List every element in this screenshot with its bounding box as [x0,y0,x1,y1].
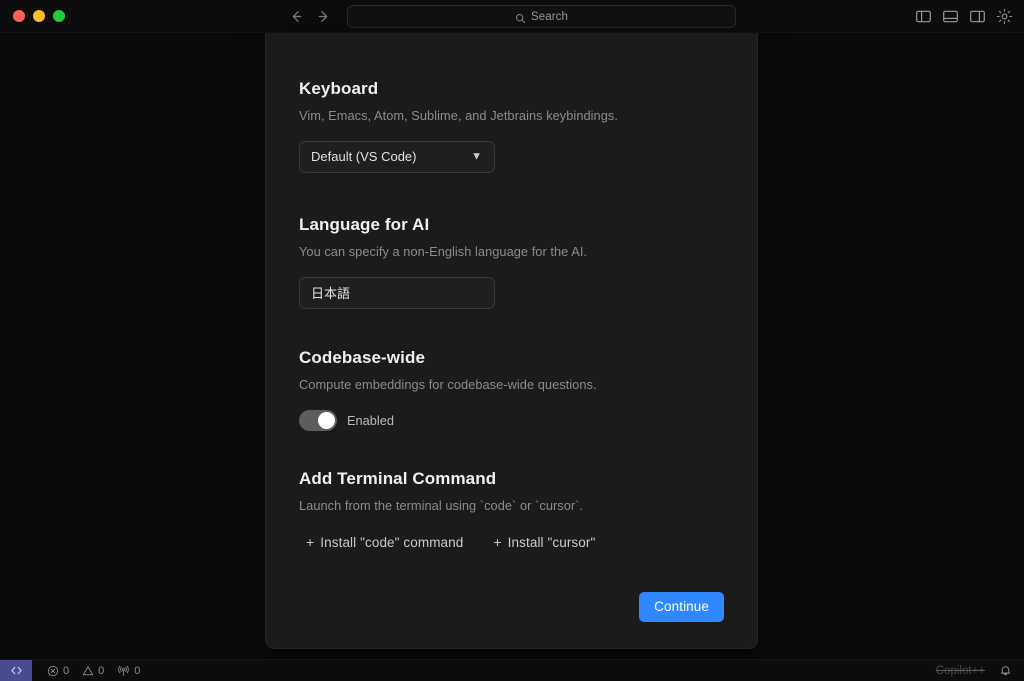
toggle-knob [318,411,335,429]
radio-tower-item[interactable]: 0 [117,665,140,677]
window-traffic-lights [0,10,65,22]
error-count: 0 [63,664,70,677]
search-input[interactable]: Search [347,5,736,28]
install-command-links: + Install "code" command + Install "curs… [299,535,724,550]
editor-area: Keyboard Vim, Emacs, Atom, Sublime, and … [0,33,1024,659]
maximize-window-button[interactable] [53,10,65,22]
install-cursor-command-link[interactable]: + Install "cursor" [493,535,595,550]
title-bar: Search [0,0,1024,33]
toggle-panel-icon[interactable] [942,8,959,25]
codebase-toggle-row: Enabled [299,409,724,431]
section-title: Keyboard [299,79,379,98]
toggle-secondary-sidebar-icon[interactable] [969,8,986,25]
onboarding-settings-modal: Keyboard Vim, Emacs, Atom, Sublime, and … [265,33,758,649]
codebase-embeddings-toggle[interactable] [299,409,337,431]
warning-count: 0 [98,664,105,677]
copilot-status-label[interactable]: Copilot++ [936,665,985,677]
section-title: Language for AI [299,214,430,234]
bell-dot-icon[interactable] [999,664,1012,677]
cursor-app-window: Search Keyboard Vim, Emacs, Atom, Sublim… [0,0,1024,681]
install-code-command-label: Install "code" command [320,534,464,550]
section-language-for-ai: Language for AI You can specify a non-En… [299,214,724,309]
keybindings-select[interactable]: Default (VS Code) ▼ [299,140,495,173]
close-window-button[interactable] [13,10,25,22]
section-subtitle: Launch from the terminal using `code` or… [299,497,584,513]
ai-language-input[interactable] [299,276,495,309]
toggle-state-label: Enabled [347,412,394,428]
section-add-terminal-command: Add Terminal Command Launch from the ter… [299,468,724,550]
status-bar-right-items: Copilot++ [936,664,1012,677]
chevron-down-icon: ▼ [471,150,482,163]
status-bar-left-items: 0 0 0 [32,665,140,677]
modal-footer: Continue [299,592,724,648]
problems-warnings-item[interactable]: 0 [82,665,104,677]
radio-tower-count: 0 [134,664,141,677]
search-icon [515,11,526,24]
install-cursor-command-label: Install "cursor" [507,534,596,550]
search-placeholder-label: Search [530,10,569,23]
section-subtitle: You can specify a non-English language f… [299,244,588,260]
section-codebase-wide: Codebase-wide Compute embeddings for cod… [299,347,724,431]
remote-window-icon[interactable] [0,659,32,681]
toggle-primary-sidebar-icon[interactable] [915,8,932,25]
navigation-arrows [288,0,332,33]
keybindings-select-value: Default (VS Code) [311,149,417,165]
section-title: Codebase-wide [299,347,425,367]
titlebar-layout-controls [915,0,1013,33]
section-subtitle: Compute embeddings for codebase-wide que… [299,377,597,392]
continue-button[interactable]: Continue [639,592,724,622]
section-title: Add Terminal Command [299,468,497,488]
problems-errors-item[interactable]: 0 [47,665,69,677]
plus-icon: + [306,534,315,550]
section-subtitle: Vim, Emacs, Atom, Sublime, and Jetbrains… [299,108,618,124]
plus-icon: + [493,534,502,550]
arrow-right-icon[interactable] [315,8,332,25]
minimize-window-button[interactable] [33,10,45,22]
status-bar: 0 0 0 Copilot++ [0,659,1024,681]
section-keyboard: Keyboard Vim, Emacs, Atom, Sublime, and … [299,78,724,173]
arrow-left-icon[interactable] [288,8,305,25]
settings-gear-icon[interactable] [996,8,1013,25]
install-code-command-link[interactable]: + Install "code" command [306,535,463,550]
